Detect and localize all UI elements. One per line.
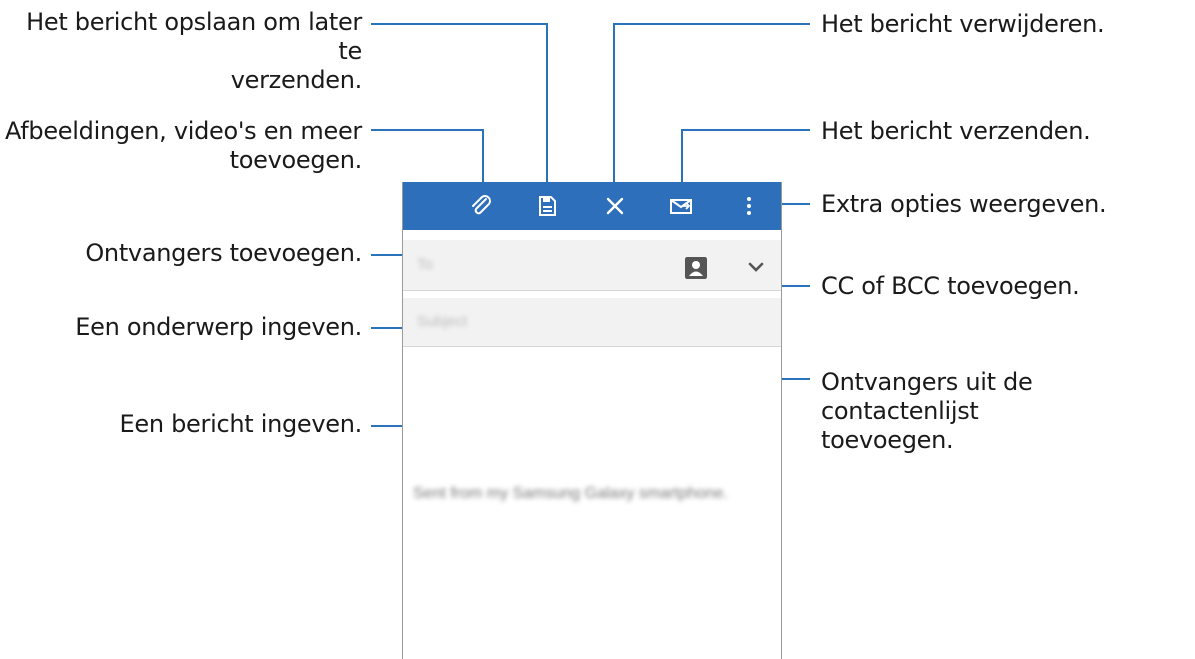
more-options-icon[interactable] bbox=[735, 192, 763, 220]
leader-save-v bbox=[546, 23, 548, 191]
leader-attach-h bbox=[371, 129, 484, 131]
label-subject: Een onderwerp ingeven. bbox=[75, 313, 362, 341]
message-body[interactable]: Sent from my Samsung Galaxy smartphone. bbox=[413, 480, 753, 507]
email-compose-screen: To Subject Sent from my Samsung Galaxy s… bbox=[402, 182, 782, 659]
save-icon[interactable] bbox=[533, 192, 561, 220]
label-options: Extra opties weergeven. bbox=[821, 190, 1107, 218]
label-message: Een bericht ingeven. bbox=[119, 410, 363, 438]
recipients-placeholder: To bbox=[417, 256, 433, 273]
recipients-field[interactable]: To bbox=[403, 240, 781, 291]
contact-icon[interactable] bbox=[685, 257, 707, 279]
chevron-down-icon[interactable] bbox=[747, 260, 765, 274]
send-icon[interactable] bbox=[667, 192, 695, 220]
label-contacts: Ontvangers uit de contactenlijst toevoeg… bbox=[821, 368, 1033, 454]
label-ccbcc: CC of BCC toevoegen. bbox=[821, 272, 1080, 300]
leader-save-h bbox=[371, 23, 548, 25]
compose-toolbar bbox=[403, 182, 781, 230]
subject-placeholder: Subject bbox=[417, 313, 468, 330]
label-delete: Het bericht verwijderen. bbox=[821, 10, 1105, 38]
close-icon[interactable] bbox=[601, 192, 629, 220]
leader-delete-h bbox=[613, 23, 810, 25]
label-attach: Afbeeldingen, video's en meer toevoegen. bbox=[5, 117, 362, 174]
leader-send-h bbox=[681, 129, 810, 131]
subject-field[interactable]: Subject bbox=[403, 298, 781, 347]
paperclip-icon[interactable] bbox=[467, 192, 495, 220]
label-send: Het bericht verzenden. bbox=[821, 117, 1091, 145]
label-recipients: Ontvangers toevoegen. bbox=[85, 239, 362, 267]
label-save: Het bericht opslaan om later te verzende… bbox=[26, 8, 362, 94]
leader-delete-v bbox=[613, 23, 615, 191]
